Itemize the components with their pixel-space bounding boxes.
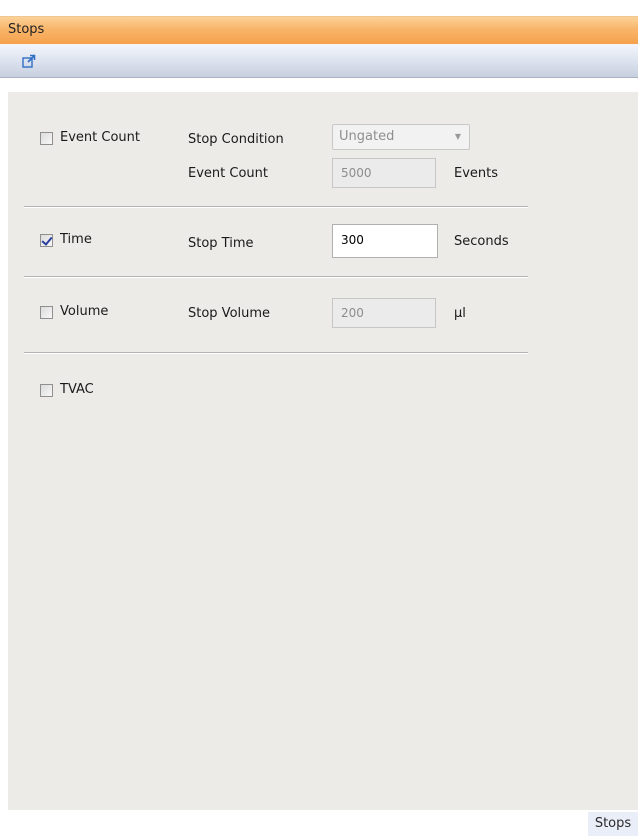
- event-count-field-label: Event Count: [188, 166, 268, 181]
- event-count-checkbox-label: Event Count: [60, 130, 140, 145]
- stop-volume-label: Stop Volume: [188, 306, 271, 321]
- stop-volume-unit: µl: [454, 306, 466, 321]
- tvac-checkbox[interactable]: [40, 384, 53, 397]
- stop-time-input[interactable]: 300: [332, 224, 438, 258]
- event-count-checkbox[interactable]: [40, 132, 53, 145]
- divider-1: [24, 206, 528, 208]
- stops-window: Stops Event Count Stop Condition Ungated…: [0, 0, 638, 836]
- stop-condition-label: Stop Condition: [188, 132, 284, 147]
- tvac-checkbox-label: TVAC: [60, 382, 94, 397]
- stop-time-label: Stop Time: [188, 236, 254, 251]
- chevron-down-icon: ▼: [454, 132, 462, 141]
- divider-3: [24, 352, 528, 354]
- stop-condition-select[interactable]: Ungated ▼: [332, 124, 470, 150]
- stop-time-unit: Seconds: [454, 234, 509, 249]
- title-bar: Stops: [0, 16, 638, 44]
- time-checkbox[interactable]: [40, 234, 53, 247]
- divider-2: [24, 276, 528, 278]
- stop-condition-value: Ungated: [339, 129, 395, 144]
- volume-checkbox-label: Volume: [60, 304, 109, 319]
- volume-checkbox[interactable]: [40, 306, 53, 319]
- stops-panel: Event Count Stop Condition Ungated ▼ Eve…: [8, 92, 638, 810]
- window-title: Stops: [8, 22, 45, 37]
- time-checkbox-label: Time: [60, 232, 92, 247]
- event-count-input[interactable]: 5000: [332, 158, 436, 188]
- tab-stops[interactable]: Stops: [588, 812, 638, 836]
- event-count-unit: Events: [454, 166, 499, 181]
- toolbar: [0, 44, 638, 78]
- stop-volume-input[interactable]: 200: [332, 298, 436, 328]
- popout-icon[interactable]: [22, 54, 36, 68]
